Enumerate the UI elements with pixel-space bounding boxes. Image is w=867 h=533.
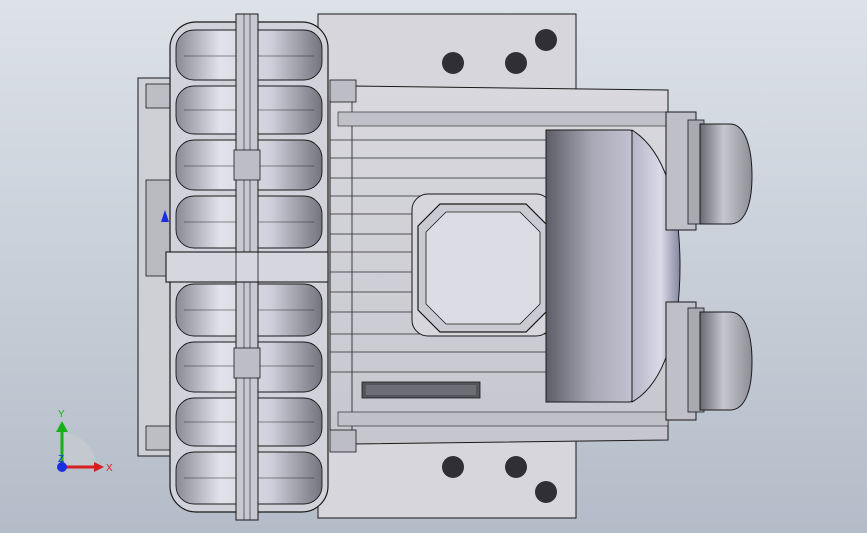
mount-hole <box>535 29 557 51</box>
mount-hole <box>505 52 527 74</box>
outlet-pipe-bottom[interactable] <box>665 301 753 421</box>
x-axis-arrow-icon <box>94 462 104 472</box>
mount-hole <box>535 481 557 503</box>
outlet-pipe-top[interactable] <box>665 111 753 231</box>
mount-hole <box>505 456 527 478</box>
fan-cover[interactable] <box>545 129 681 403</box>
mount-hole <box>442 456 464 478</box>
graphics-viewport[interactable]: Y X Z <box>0 0 867 533</box>
3d-model-blower-motor[interactable] <box>0 0 867 533</box>
terminal-box[interactable] <box>411 193 553 337</box>
blower-housing[interactable] <box>165 13 329 521</box>
mount-hole <box>442 52 464 74</box>
y-axis-arrow-icon <box>56 421 68 432</box>
clamp-bar[interactable] <box>165 251 329 283</box>
x-axis-label: X <box>106 463 113 474</box>
z-axis-label: Z <box>58 454 64 465</box>
axis-triad: Y X Z <box>56 409 113 474</box>
y-axis-label: Y <box>58 409 65 420</box>
